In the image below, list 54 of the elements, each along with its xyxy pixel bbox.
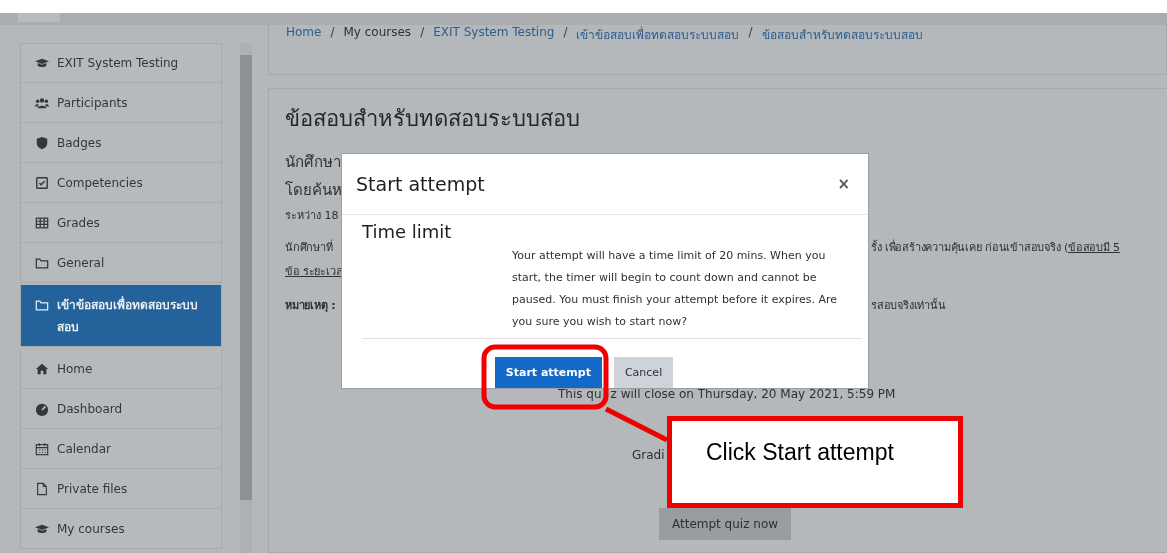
breadcrumb-link[interactable]: EXIT System Testing	[433, 25, 555, 39]
sidebar-item[interactable]: เข้าข้อสอบเพื่อทดสอบระบบสอบ	[20, 285, 222, 347]
text-fragment: ระหว่าง 18	[285, 208, 339, 224]
checkbox-icon	[35, 175, 49, 190]
folder-icon	[35, 255, 49, 270]
breadcrumb-separator: /	[330, 25, 335, 39]
users-icon	[35, 95, 49, 110]
sidebar-item[interactable]: Participants	[20, 83, 222, 123]
sidebar-item[interactable]: EXIT System Testing	[20, 43, 222, 83]
breadcrumb-link[interactable]: เข้าข้อสอบเพื่อทดสอบระบบสอบ	[576, 25, 740, 44]
sidebar-item[interactable]: Competencies	[20, 163, 222, 203]
breadcrumb-separator: /	[420, 25, 425, 39]
page-title: ข้อสอบสำหรับทดสอบระบบสอบ	[285, 105, 581, 133]
sidebar-item[interactable]: Private files	[20, 469, 222, 509]
text-fragment: This qu	[558, 387, 602, 401]
scrollbar[interactable]	[240, 43, 252, 553]
dashboard-gauge-icon	[35, 401, 49, 416]
grading-text: Gradi	[632, 448, 665, 462]
sidebar-item[interactable]: General	[20, 243, 222, 283]
sidebar-item[interactable]: Home	[20, 349, 222, 389]
logo-placeholder	[18, 13, 60, 22]
breadcrumb-separator: /	[748, 25, 753, 39]
section-heading: Time limit	[362, 219, 452, 242]
breadcrumb-link[interactable]: Home	[286, 25, 322, 39]
sidebar-item[interactable]: Grades	[20, 203, 222, 243]
sidebar-item[interactable]: Dashboard	[20, 389, 222, 429]
breadcrumb-link[interactable]: ข้อสอบสำหรับทดสอบระบบสอบ	[761, 25, 923, 44]
sidebar-item[interactable]: Calendar	[20, 429, 222, 469]
text-fragment: โดยค้นห	[285, 180, 342, 201]
text-fragment: หมายเหตุ :	[285, 298, 336, 314]
callout-label: Click Start attempt	[667, 416, 963, 508]
file-icon	[35, 481, 49, 496]
folder-icon	[35, 298, 49, 312]
cancel-button[interactable]: Cancel	[613, 357, 674, 388]
modal-title: Start attempt	[356, 172, 485, 195]
text-fragment: รั้ง เพื่อสร้างความคุ้นเคย ก่อนเข้าสอบจริง (	[871, 241, 1068, 254]
table-icon	[35, 215, 49, 230]
calendar-icon	[35, 441, 49, 456]
breadcrumb-text: My courses	[343, 25, 412, 39]
shield-icon	[35, 135, 49, 150]
text-link[interactable]: ข้อสอบมี 5	[1068, 241, 1120, 254]
attempt-quiz-button[interactable]: Attempt quiz now	[659, 508, 792, 540]
home-icon	[35, 361, 49, 376]
text-fragment: นักศึกษาที่	[285, 238, 333, 256]
start-attempt-button[interactable]: Start attempt	[494, 357, 602, 388]
breadcrumb-separator: /	[563, 25, 568, 39]
graduation-cap-icon	[35, 56, 49, 70]
text-fragment: นักศึกษา	[285, 152, 341, 173]
sidebar-item[interactable]: Badges	[20, 123, 222, 163]
close-button[interactable]: ×	[833, 174, 854, 193]
modal-message: Your attempt will have a time limit of 20 mins. When you start, the timer will begin to count down and cannot be paused. You must finish your attempt before it expires. Are you sure you wish to start now?	[512, 247, 839, 330]
leader-line	[604, 406, 669, 443]
sidebar-item[interactable]: My courses	[20, 509, 222, 549]
text-fragment: รสอบจริงเท่านั้น	[871, 299, 946, 312]
